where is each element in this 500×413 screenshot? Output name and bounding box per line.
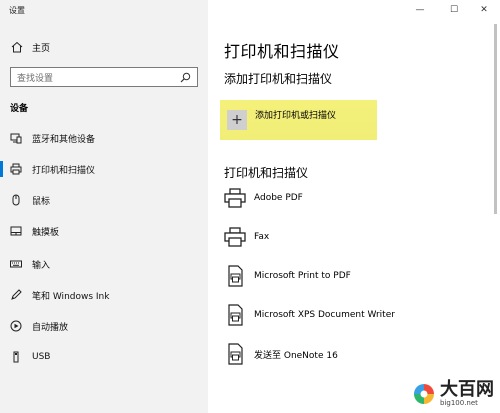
- printer-item-onenote[interactable]: 发送至 OneNote 16: [224, 342, 338, 366]
- search-input[interactable]: 查找设置: [10, 67, 198, 87]
- add-printer-button[interactable]: + 添加打印机或扫描仪: [220, 100, 377, 140]
- printer-name: Microsoft Print to PDF: [254, 271, 351, 281]
- printer-name: 发送至 OneNote 16: [254, 350, 338, 361]
- sidebar-item-autoplay[interactable]: 自动播放: [0, 315, 208, 337]
- touchpad-icon: [9, 224, 23, 238]
- watermark-logo-icon: [412, 382, 436, 406]
- main-content: — ☐ ✕ 打印机和扫描仪 添加打印机和扫描仪 + 添加打印机或扫描仪 打印机和…: [208, 0, 500, 413]
- watermark-brand: 大百网: [440, 379, 494, 400]
- plus-icon: +: [227, 110, 247, 130]
- sidebar-item-printers[interactable]: 打印机和扫描仪: [0, 158, 208, 180]
- bluetooth-devices-icon: [9, 131, 23, 145]
- close-button[interactable]: ✕: [474, 3, 494, 17]
- sidebar-item-mouse[interactable]: 鼠标: [0, 189, 208, 211]
- maximize-button[interactable]: ☐: [444, 3, 464, 17]
- sidebar-item-typing[interactable]: 输入: [0, 253, 208, 275]
- sidebar-item-label: 笔和 Windows Ink: [32, 291, 110, 302]
- printer-name: Microsoft XPS Document Writer: [254, 310, 395, 320]
- document-printer-icon: [224, 265, 246, 287]
- sidebar-item-label: 蓝牙和其他设备: [32, 134, 96, 145]
- printer-icon: [9, 162, 23, 176]
- sidebar-item-bluetooth[interactable]: 蓝牙和其他设备: [0, 127, 208, 149]
- page-title: 打印机和扫描仪: [224, 42, 340, 61]
- search-placeholder: 查找设置: [17, 73, 54, 84]
- sidebar-home[interactable]: 主页: [10, 40, 50, 54]
- sidebar-item-pen[interactable]: 笔和 Windows Ink: [0, 284, 208, 306]
- printer-name: Adobe PDF: [254, 193, 303, 203]
- sidebar-item-usb[interactable]: USB: [0, 346, 208, 368]
- autoplay-icon: [9, 319, 23, 333]
- printer-list-title: 打印机和扫描仪: [224, 166, 309, 180]
- watermark-text: 大百网 big100.net: [440, 379, 494, 408]
- usb-icon: [9, 350, 23, 364]
- pen-icon: [9, 288, 23, 302]
- scrollbar[interactable]: [494, 24, 497, 214]
- sidebar-item-label: 输入: [32, 260, 51, 271]
- watermark-url: big100.net: [440, 399, 478, 407]
- printer-item-xps-writer[interactable]: Microsoft XPS Document Writer: [224, 303, 395, 327]
- minimize-button[interactable]: —: [410, 3, 430, 17]
- sidebar-home-label: 主页: [32, 43, 51, 54]
- printer-icon: [224, 187, 246, 209]
- keyboard-icon: [9, 257, 23, 271]
- printer-name: Fax: [254, 232, 270, 242]
- sidebar-item-label: 鼠标: [32, 196, 51, 207]
- printer-item-adobe-pdf[interactable]: Adobe PDF: [224, 186, 303, 210]
- sidebar-item-label: 打印机和扫描仪: [32, 165, 96, 176]
- window-title: 设置: [9, 6, 25, 15]
- add-section-title: 添加打印机和扫描仪: [224, 72, 333, 86]
- settings-sidebar: 设置 主页 查找设置 设备 蓝牙和其他设备 打印机和扫描仪 鼠标 触摸板 输入 …: [0, 0, 208, 413]
- add-printer-label: 添加打印机或扫描仪: [255, 110, 337, 121]
- sidebar-item-label: 触摸板: [32, 227, 60, 238]
- sidebar-item-label: USB: [32, 352, 51, 362]
- document-printer-icon: [224, 343, 246, 365]
- printer-item-fax[interactable]: Fax: [224, 225, 269, 249]
- document-printer-icon: [224, 304, 246, 326]
- watermark: 大百网 big100.net: [412, 381, 494, 407]
- sidebar-section-title: 设备: [10, 104, 29, 114]
- printer-icon: [224, 226, 246, 248]
- sidebar-item-label: 自动播放: [32, 322, 69, 333]
- search-icon[interactable]: [179, 71, 191, 83]
- printer-item-ms-print-to-pdf[interactable]: Microsoft Print to PDF: [224, 264, 351, 288]
- mouse-icon: [9, 193, 23, 207]
- sidebar-item-touchpad[interactable]: 触摸板: [0, 220, 208, 242]
- home-icon: [10, 40, 24, 54]
